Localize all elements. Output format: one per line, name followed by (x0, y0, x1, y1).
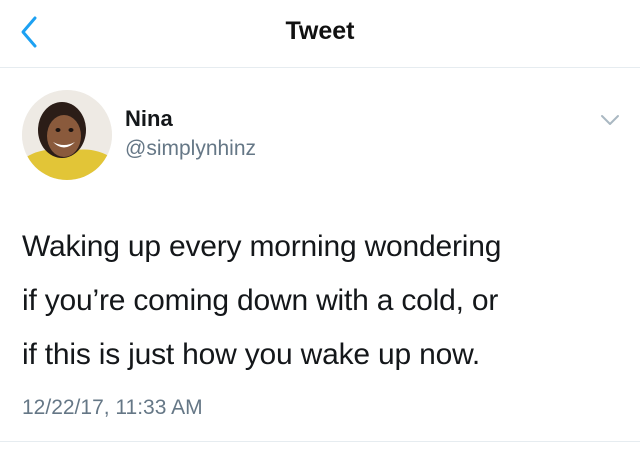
tweet-text-line: if you’re coming down with a cold, or (22, 284, 499, 317)
tweet-timestamp: 12/22/17, 11:33 AM (22, 396, 203, 419)
divider (0, 441, 640, 442)
chevron-down-icon (601, 115, 619, 125)
profile-photo (22, 90, 112, 180)
author-name[interactable]: Nina (125, 106, 173, 132)
tweet-menu-button[interactable] (596, 108, 624, 132)
avatar[interactable] (22, 90, 112, 180)
top-navigation-bar: Tweet (0, 0, 640, 68)
tweet-text: Waking up every morning wondering if you… (22, 220, 622, 382)
tweet-text-line: Waking up every morning wondering (22, 230, 502, 263)
author-handle[interactable]: @simplynhinz (125, 137, 256, 161)
page-title: Tweet (285, 17, 355, 45)
tweet-text-line: if this is just how you wake up now. (22, 338, 481, 371)
